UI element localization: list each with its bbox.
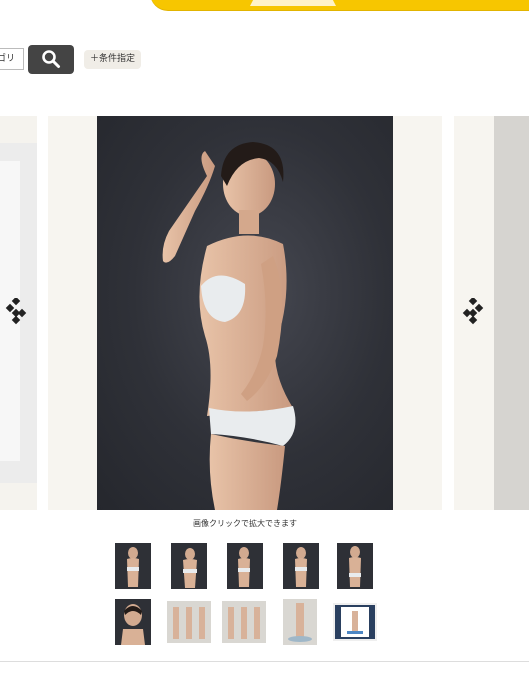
category-select[interactable]: ゴリ <box>0 48 24 70</box>
thumbnail-8[interactable] <box>222 601 266 643</box>
thumbnail-2[interactable] <box>171 543 207 589</box>
thumbnail-3[interactable] <box>227 543 263 589</box>
banner-tab[interactable] <box>250 0 336 6</box>
figure-illustration <box>162 142 296 510</box>
thumbnail-4[interactable] <box>283 543 319 589</box>
main-product-photo[interactable] <box>97 116 393 510</box>
thumbnail-5[interactable] <box>337 543 373 589</box>
chevron-left-icon[interactable] <box>4 298 28 328</box>
next-slide-image <box>494 116 529 510</box>
thumbnail-9[interactable] <box>283 599 317 645</box>
thumbnail-7[interactable] <box>167 601 211 643</box>
gallery-caption: 画像クリックで拡大できます <box>193 519 297 528</box>
thumbnail-10[interactable] <box>333 603 377 641</box>
top-banner <box>150 0 529 10</box>
search-bar: ゴリ <box>0 44 74 74</box>
search-icon <box>42 50 60 68</box>
thumbnail-1[interactable] <box>115 543 151 589</box>
filter-conditions-button[interactable]: ＋条件指定 <box>84 50 142 69</box>
search-button[interactable] <box>28 44 74 74</box>
chevron-right-icon[interactable] <box>461 298 485 328</box>
footer-divider <box>0 661 529 662</box>
thumbnail-6[interactable] <box>115 599 151 645</box>
